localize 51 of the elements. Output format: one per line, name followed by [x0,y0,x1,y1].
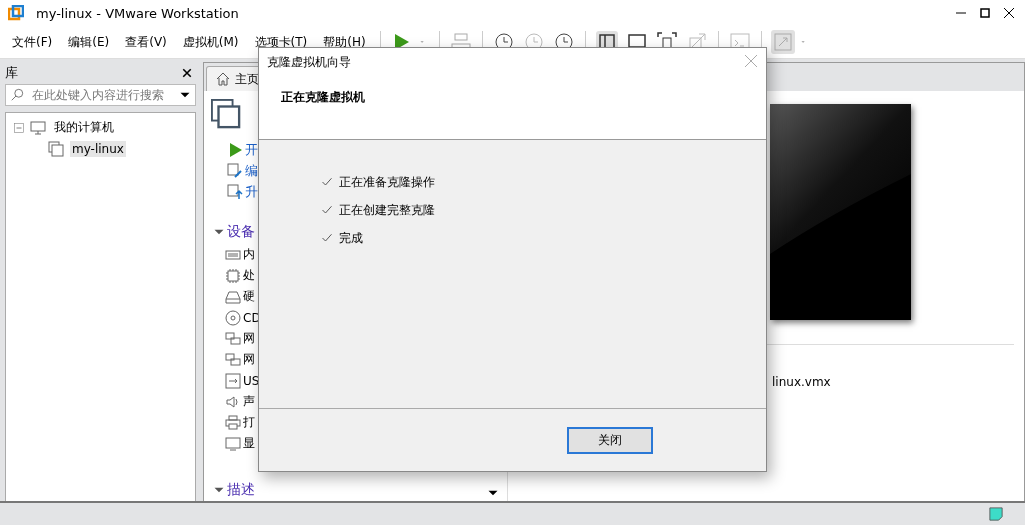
step-label: 完成 [339,229,363,247]
device-label[interactable]: 显 [243,435,255,452]
device-label[interactable]: 网 [243,330,255,347]
cd-icon [225,309,241,326]
app-logo-icon [8,5,24,21]
step-label: 正在创建完整克隆 [339,201,435,219]
power-icon [227,141,243,158]
step-label: 正在准备克隆操作 [339,173,435,191]
command-link[interactable]: 开 [245,140,258,159]
device-label[interactable]: 硬 [243,288,255,305]
search-icon [10,88,24,102]
panel-title: 库 [5,64,18,82]
network-icon [225,351,241,368]
menu-item[interactable]: 虚拟机(M) [174,33,247,51]
printer-icon [225,414,241,431]
menu-item[interactable]: 编辑(E) [60,33,118,51]
device-label[interactable]: 网 [243,351,255,368]
device-label[interactable]: 处 [243,267,255,284]
device-label[interactable]: 内 [243,246,255,263]
vm-icon [211,99,241,129]
window-title: my-linux - VMware Workstation [36,5,239,21]
dialog-heading: 正在克隆虚拟机 [281,89,366,106]
device-label[interactable]: 声 [243,393,255,410]
close-button[interactable]: 关闭 [567,426,653,454]
note-icon[interactable] [989,507,1003,521]
sound-icon [225,393,241,410]
menu-item[interactable]: 帮助(H) [315,33,374,51]
display-icon [225,435,241,452]
upgrade-icon [227,183,243,200]
search-field[interactable]: 在此处键入内容进行搜索 [5,84,196,106]
command-link[interactable]: 升 [245,182,258,201]
command-link[interactable]: 编 [245,161,258,180]
config-file-path: linux.vmx [772,375,832,389]
vm-icon [48,140,64,157]
menu-item[interactable]: 查看(V) [117,33,175,51]
section-title[interactable]: 描述 [227,481,255,499]
tree-item[interactable]: 我的计算机 [52,118,116,137]
device-label[interactable]: US [243,373,260,388]
close-icon[interactable] [182,68,192,78]
usb-icon [225,372,241,389]
dialog-title: 克隆虚拟机向导 [267,54,351,71]
computer-icon [30,119,46,136]
section-title[interactable]: 设备 [227,223,255,241]
menu-item[interactable]: 选项卡(T) [246,33,316,51]
cpu-icon [225,267,241,284]
device-label[interactable]: 打 [243,414,255,431]
menu-item[interactable]: 文件(F) [4,33,61,51]
network-icon [225,330,241,347]
edit-icon [227,162,243,179]
tree-item[interactable]: my-linux [70,140,126,157]
home-icon [215,71,231,87]
